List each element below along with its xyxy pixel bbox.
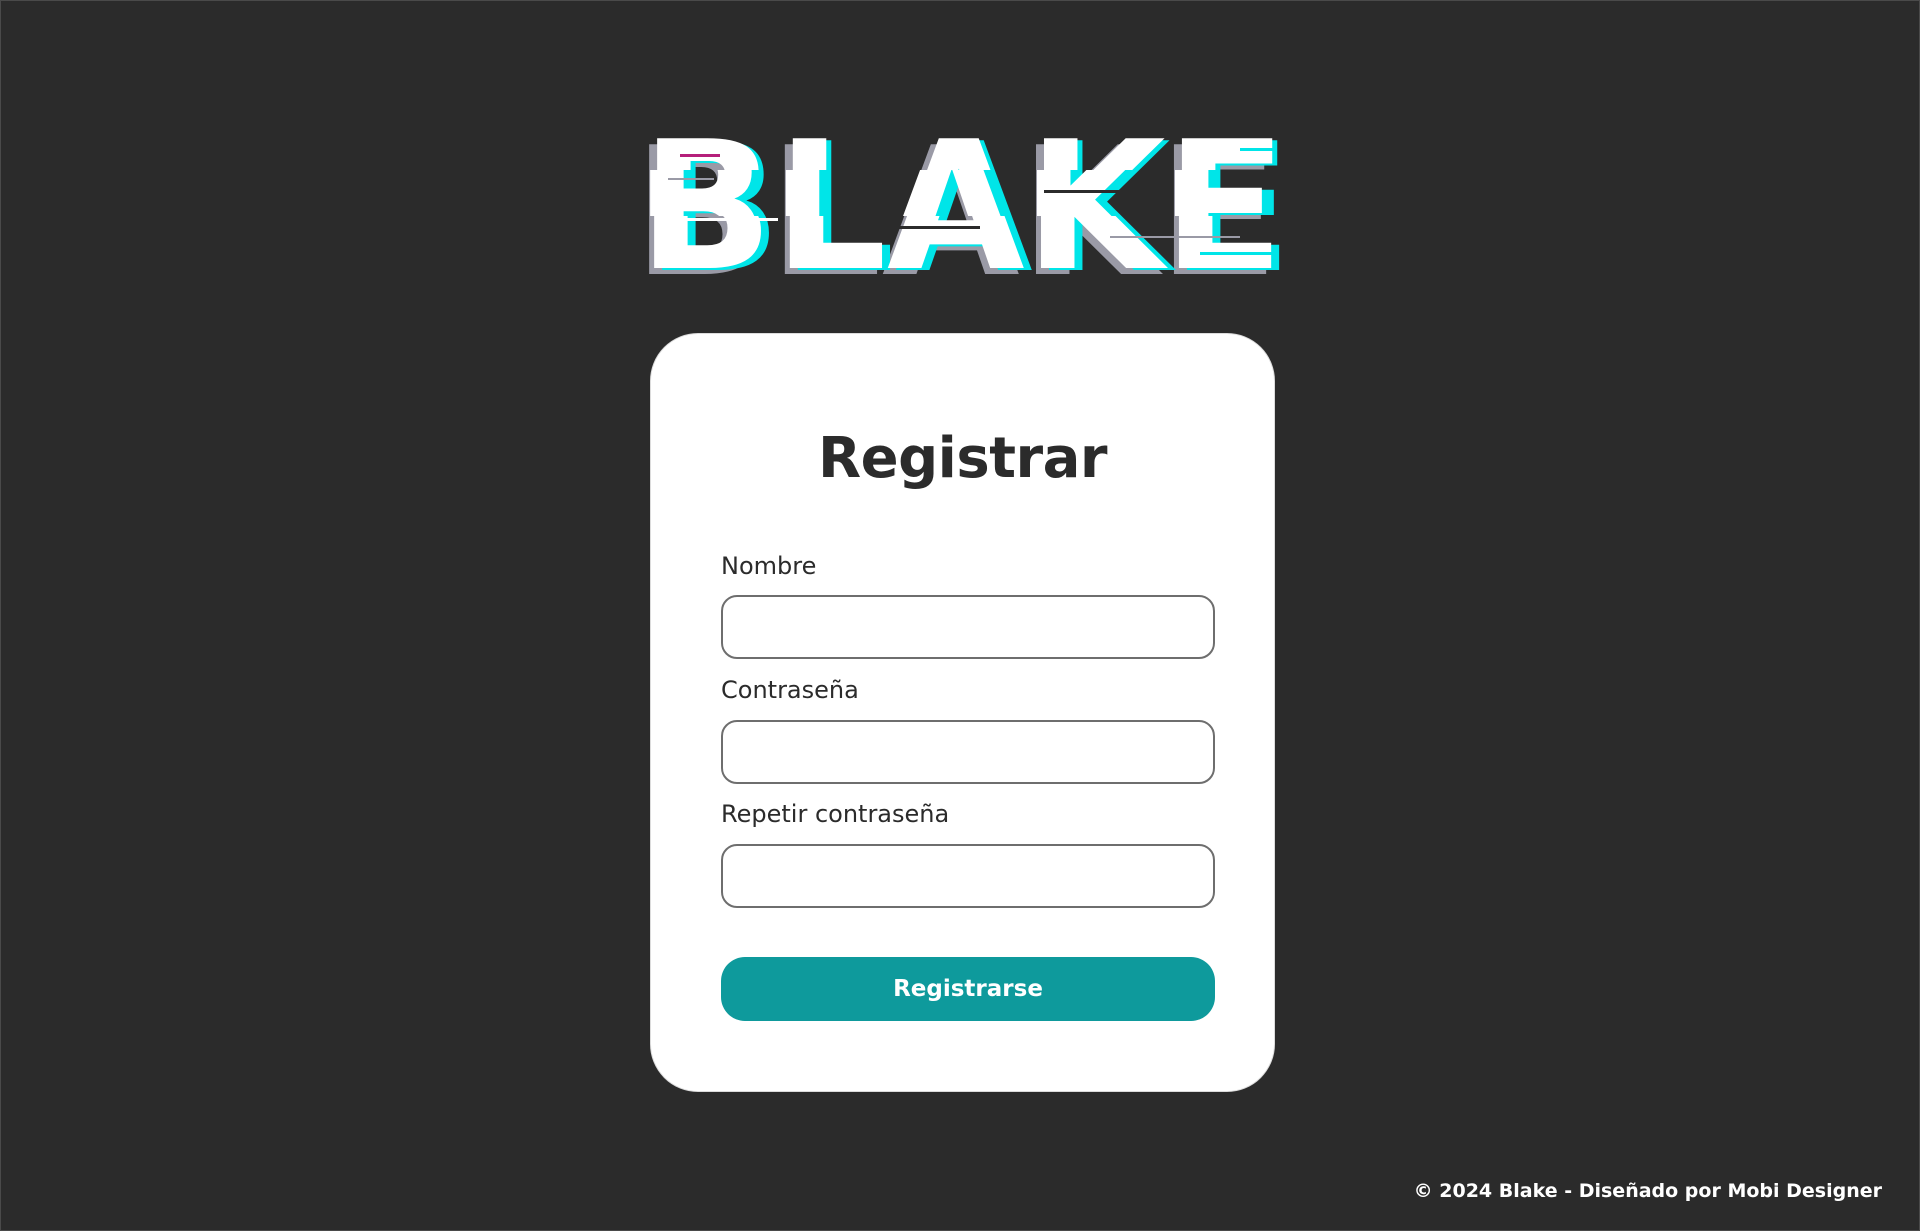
page-title: Registrar — [817, 426, 1108, 491]
name-label: Nombre — [721, 552, 817, 580]
repeat-password-label: Repetir contraseña — [721, 800, 950, 828]
name-input[interactable] — [721, 595, 1215, 659]
register-card: Registrar Nombre Contraseña Repetir cont… — [650, 333, 1275, 1092]
brand-logo: BLAKE BLAKE BLAKE BLAKE BLAKE BLAKE — [640, 118, 1280, 288]
repeat-password-input[interactable] — [721, 844, 1215, 908]
password-input[interactable] — [721, 720, 1215, 784]
password-label: Contraseña — [721, 676, 859, 704]
glitch-logo-graphic: BLAKE BLAKE BLAKE BLAKE BLAKE — [640, 118, 1280, 288]
register-button[interactable]: Registrarse — [721, 957, 1215, 1021]
footer-copyright: © 2024 Blake - Diseñado por Mobi Designe… — [1413, 1180, 1882, 1202]
